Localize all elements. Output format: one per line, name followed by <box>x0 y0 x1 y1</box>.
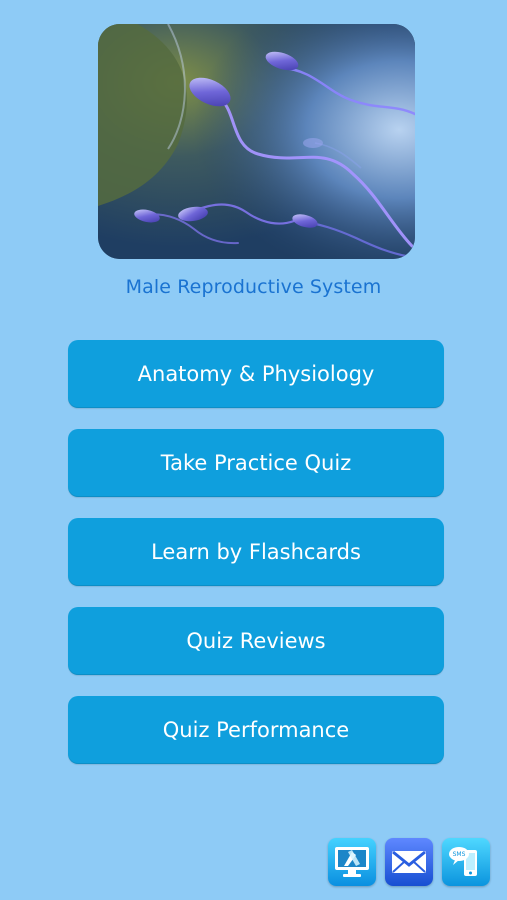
sms-icon-text: SMS <box>453 851 466 858</box>
quiz-performance-label: Quiz Performance <box>162 718 350 742</box>
anatomy-physiology-button[interactable]: Anatomy & Physiology <box>68 340 444 408</box>
sms-icon[interactable]: SMS <box>442 838 490 886</box>
app-subtitle: Male Reproductive System <box>125 276 382 298</box>
take-practice-quiz-button[interactable]: Take Practice Quiz <box>68 429 444 497</box>
footer-icons: SMS <box>328 838 494 888</box>
quiz-performance-button[interactable]: Quiz Performance <box>68 696 444 764</box>
quiz-reviews-button[interactable]: Quiz Reviews <box>68 607 444 675</box>
learn-by-flashcards-label: Learn by Flashcards <box>151 540 361 564</box>
hero-image <box>98 24 415 259</box>
main-screen: Male Reproductive System Anatomy & Physi… <box>0 0 507 900</box>
desktop-tools-icon[interactable] <box>328 838 376 886</box>
anatomy-physiology-label: Anatomy & Physiology <box>137 362 375 386</box>
quiz-reviews-label: Quiz Reviews <box>186 629 326 653</box>
learn-by-flashcards-button[interactable]: Learn by Flashcards <box>68 518 444 586</box>
mail-icon[interactable] <box>385 838 433 886</box>
take-practice-quiz-label: Take Practice Quiz <box>160 451 352 475</box>
sperm-cells-icon <box>98 24 415 259</box>
